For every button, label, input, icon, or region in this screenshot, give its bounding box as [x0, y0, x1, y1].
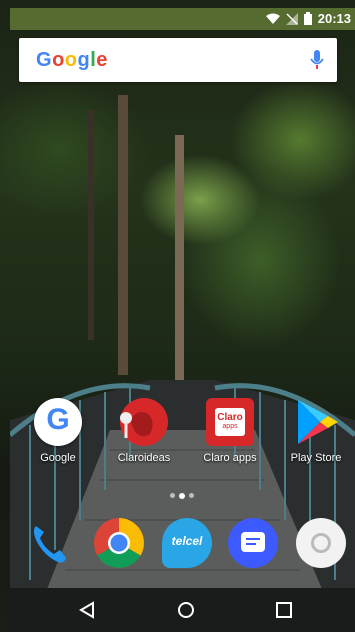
page-dot-active	[179, 492, 185, 499]
chrome-icon[interactable]	[94, 518, 144, 568]
app-row: G Google Claroideas Claro apps Claro app…	[10, 398, 355, 478]
home-icon[interactable]	[176, 600, 196, 620]
signal-icon	[285, 12, 298, 25]
navigation-bar	[10, 588, 355, 632]
app-google[interactable]: G Google	[18, 398, 98, 464]
app-label: Claroideas	[117, 452, 171, 464]
page-dot	[189, 493, 194, 498]
app-label: Claro apps	[203, 452, 257, 464]
app-label: Google	[40, 452, 76, 464]
claroideas-icon	[120, 398, 168, 446]
recents-icon[interactable]	[274, 600, 294, 620]
tree-trunk	[118, 95, 128, 375]
battery-icon	[303, 12, 312, 25]
phone-icon[interactable]	[24, 518, 74, 568]
claro-badge-text: Claro	[217, 412, 243, 423]
claro-apps-icon: Claro apps	[206, 398, 254, 446]
messages-icon[interactable]	[228, 518, 278, 568]
google-logo: Google	[36, 49, 108, 71]
google-icon: G	[34, 398, 82, 446]
tree-trunk	[175, 135, 184, 395]
play-store-icon	[292, 398, 340, 446]
back-icon[interactable]	[78, 600, 98, 620]
app-label: Play Store	[290, 452, 342, 464]
status-time: 20:13	[317, 11, 351, 26]
page-indicator	[170, 492, 194, 499]
dock: telcel	[10, 518, 355, 574]
status-bar: 20:13	[10, 8, 355, 30]
camera-icon[interactable]	[296, 518, 346, 568]
tree-trunk	[88, 110, 94, 340]
home-screen: 20:13 Google G Google Claroideas Claro a…	[0, 0, 355, 632]
wifi-icon	[265, 13, 280, 24]
telcel-text: telcel	[171, 534, 203, 548]
app-claro-apps[interactable]: Claro apps Claro apps	[190, 398, 270, 464]
page-dot	[170, 493, 175, 498]
app-claroideas[interactable]: Claroideas	[104, 398, 184, 464]
claro-badge-sub: apps	[222, 423, 238, 430]
mic-icon[interactable]	[309, 48, 325, 72]
telcel-icon[interactable]: telcel	[162, 518, 212, 568]
google-search-bar[interactable]: Google	[19, 38, 337, 82]
app-play-store[interactable]: Play Store	[276, 398, 355, 464]
